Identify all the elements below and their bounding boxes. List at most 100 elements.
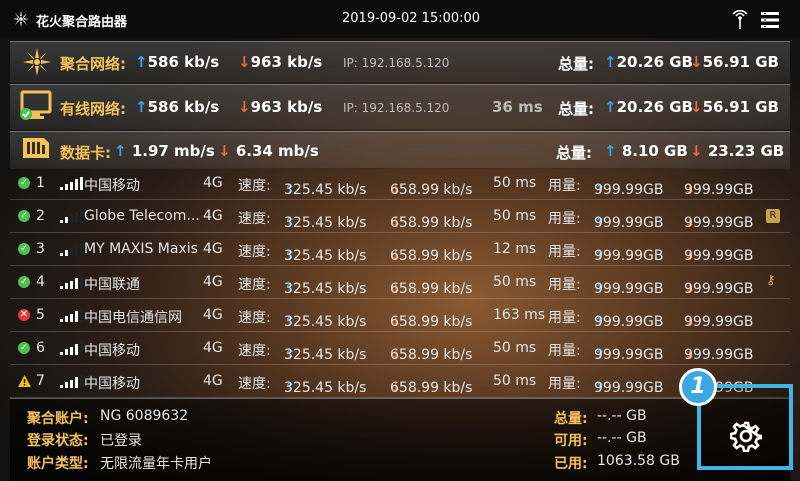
- sim-row[interactable]: ✓ 3 MY MAXIS Maxis 4G 速度: ↑ 325.45 kb/s ↓ 658.…: [10, 234, 790, 266]
- sim-row[interactable]: ✓ 4 中国联通 4G 速度: ↑ 325.45 kb/s ↓ 658.99 kb/s 50 …: [10, 267, 790, 299]
- sim-usage-label: 用量:: [548, 343, 581, 359]
- ok-status-icon: ✓: [18, 342, 30, 354]
- sim-carrier: 中国移动: [84, 178, 140, 194]
- list-menu-icon[interactable]: [760, 10, 780, 30]
- sim-network-type: 4G: [203, 175, 223, 191]
- sim-speed-label: 速度:: [238, 277, 271, 293]
- aggregate-ip: IP: 192.168.5.120: [343, 56, 450, 70]
- sim-usage-label: 用量:: [548, 211, 581, 227]
- signal-bars-icon: [60, 308, 86, 322]
- sim-network-type: 4G: [203, 373, 223, 389]
- sim-carrier: 中国联通: [84, 277, 140, 293]
- account-type-value: 无限流量年卡用户: [100, 456, 212, 472]
- wired-upload: ↑586 kb/s: [135, 98, 220, 116]
- aggregate-label: 聚合网络:: [60, 55, 126, 73]
- sim-index: 7: [36, 373, 45, 389]
- quota-available-label: 可用:: [554, 433, 588, 449]
- sim-latency: 12 ms: [493, 241, 537, 257]
- quota-used-value: 1063.58 GB: [597, 453, 680, 469]
- sim-latency: 50 ms: [493, 373, 537, 389]
- sim-network-type: 4G: [203, 340, 223, 356]
- quota-available-value: --.-- GB: [597, 430, 647, 446]
- sim-row[interactable]: ✓ 2 Globe Telecom... 4G 速度: ↑ 325.45 kb/s ↓ 65…: [10, 201, 790, 233]
- sim-usage-label: 用量:: [548, 376, 581, 392]
- sim-usage-label: 用量:: [548, 244, 581, 260]
- ok-status-icon: ✓: [18, 210, 30, 222]
- quota-total-value: --.-- GB: [597, 408, 647, 424]
- sim-speed-label: 速度:: [238, 211, 271, 227]
- sim-carrier: Globe Telecom...: [84, 208, 200, 224]
- sim-carrier: 中国电信通信网: [84, 310, 182, 326]
- sim-latency: 163 ms: [493, 307, 546, 323]
- wired-total-up: ↑20.26 GB: [604, 98, 693, 116]
- sim-carrier: 中国移动: [84, 376, 140, 392]
- wired-total-label: 总量:: [558, 100, 594, 118]
- signal-bars-icon: [60, 242, 86, 256]
- sim-index: 2: [36, 208, 45, 224]
- sim-carrier: MY MAXIS Maxis: [84, 241, 198, 257]
- app-title: 花火聚合路由器: [36, 15, 128, 30]
- sim-index: 4: [36, 274, 45, 290]
- sim-index: 6: [36, 340, 45, 356]
- sim-network-type: 4G: [203, 208, 223, 224]
- sim-card-icon: [23, 138, 49, 158]
- firework-logo-icon: [23, 48, 51, 76]
- account-footer: 聚合账户: NG 6089632 登录状态: 已登录 账户类型: 无限流量年卡用…: [10, 398, 790, 481]
- datacard-total-up: ↑ 8.10 GB: [604, 142, 688, 160]
- sim-row[interactable]: ✓ 6 中国移动 4G 速度: ↑ 325.45 kb/s ↓ 658.99 kb/s 50 …: [10, 333, 790, 365]
- signal-bars-icon: [60, 341, 86, 355]
- account-label: 聚合账户:: [27, 411, 89, 427]
- top-bar: 花火聚合路由器 2019-09-02 15:00:00: [0, 0, 800, 38]
- warning-icon: [18, 375, 31, 387]
- sim-index: 3: [36, 241, 45, 257]
- quota-total-label: 总量:: [554, 411, 588, 427]
- sim-usage-label: 用量:: [548, 310, 581, 326]
- wired-ip: IP: 192.168.5.120: [343, 101, 450, 115]
- sim-speed-label: 速度:: [238, 310, 271, 326]
- quota-used-label: 已用:: [554, 456, 588, 472]
- signal-bars-icon: [60, 209, 86, 223]
- sim-network-type: 4G: [203, 307, 223, 323]
- key-icon: ⚷: [766, 273, 776, 288]
- sim-row[interactable]: ✕ 5 中国电信通信网 4G 速度: ↑ 325.45 kb/s ↓ 658.99 kb/s…: [10, 300, 790, 332]
- signal-bars-icon: [60, 176, 86, 190]
- ok-status-icon: ✓: [18, 243, 30, 255]
- sim-network-type: 4G: [203, 241, 223, 257]
- ok-status-icon: ✓: [18, 276, 30, 288]
- wired-download: ↓963 kb/s: [238, 98, 323, 116]
- wired-total-down: ↓56.91 GB: [690, 98, 779, 116]
- datacard-total-down: ↓ 23.23 GB: [690, 142, 785, 160]
- datacard-label: 数据卡:: [60, 144, 111, 162]
- firework-logo-icon: [12, 10, 30, 28]
- wired-network-panel: 有线网络: ↑586 kb/s ↓963 kb/s IP: 192.168.5.…: [10, 84, 790, 130]
- aggregate-total-down: ↓56.91 GB: [690, 53, 779, 71]
- sim-row[interactable]: ✓ 1 中国移动 4G 速度: ↑ 325.45 kb/s ↓ 658.99 kb/s 50 …: [10, 168, 790, 200]
- login-status-value: 已登录: [100, 433, 142, 449]
- aggregate-network-panel: 聚合网络: ↑586 kb/s ↓963 kb/s IP: 192.168.5.…: [10, 41, 790, 83]
- aggregate-total-up: ↑20.26 GB: [604, 53, 693, 71]
- sim-row[interactable]: 7 中国移动 4G 速度: ↑ 325.45 kb/s ↓ 658.99 kb/s 50 m…: [10, 366, 790, 398]
- sim-carrier: 中国移动: [84, 343, 140, 359]
- account-value: NG 6089632: [100, 408, 189, 424]
- aggregate-upload: ↑586 kb/s: [135, 53, 220, 71]
- datetime: 2019-09-02 15:00:00: [342, 11, 481, 26]
- sim-speed-label: 速度:: [238, 376, 271, 392]
- sim-latency: 50 ms: [493, 340, 537, 356]
- sim-latency: 50 ms: [493, 175, 537, 191]
- ok-status-icon: ✓: [18, 177, 30, 189]
- sim-network-type: 4G: [203, 274, 223, 290]
- roaming-icon: R: [766, 209, 780, 223]
- sim-index: 5: [36, 307, 45, 323]
- gear-icon: [730, 421, 762, 452]
- datacard-panel: 数据卡: ↑ 1.97 mb/s ↓ 6.34 mb/s 总量: ↑ 8.10 …: [10, 131, 790, 169]
- datacard-upload: ↑ 1.97 mb/s: [114, 142, 215, 160]
- datacard-download: ↓ 6.34 mb/s: [218, 142, 319, 160]
- datacard-total-label: 总量:: [556, 144, 592, 162]
- sim-latency: 50 ms: [493, 274, 537, 290]
- error-status-icon: ✕: [18, 309, 30, 321]
- signal-tower-icon[interactable]: [730, 10, 750, 30]
- login-status-label: 登录状态:: [27, 433, 89, 449]
- sim-latency: 50 ms: [493, 208, 537, 224]
- account-type-label: 账户类型:: [27, 456, 89, 472]
- sim-speed-label: 速度:: [238, 343, 271, 359]
